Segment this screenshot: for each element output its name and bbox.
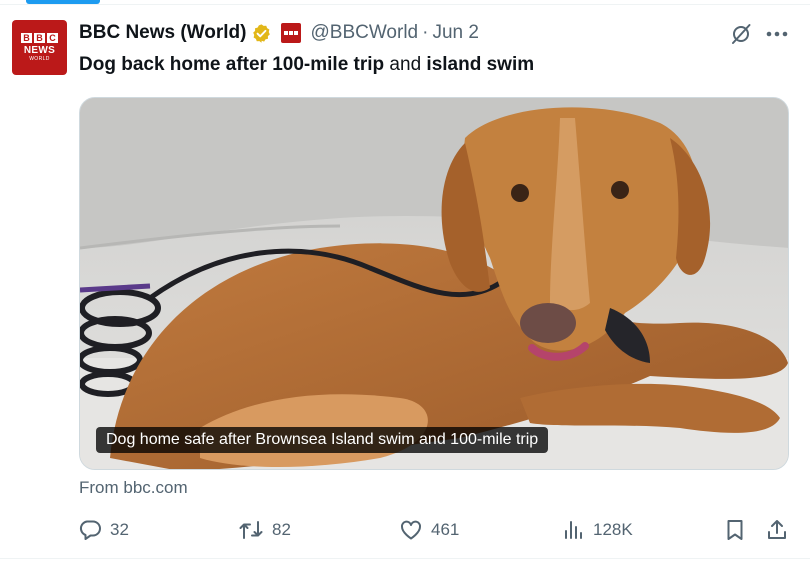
bookmark-button[interactable] xyxy=(724,515,746,545)
verified-badge-icon[interactable] xyxy=(251,23,272,44)
like-count: 461 xyxy=(431,520,460,539)
views-button[interactable]: 128K xyxy=(563,515,633,545)
top-divider xyxy=(0,4,810,5)
author-handle[interactable]: @BBCWorld xyxy=(310,22,418,44)
tweet-actions: 32 82 461 128K xyxy=(76,515,792,545)
dog-photo xyxy=(80,98,788,469)
avatar[interactable]: B B C NEWS WORLD xyxy=(12,20,67,75)
card-caption: Dog home safe after Brownsea Island swim… xyxy=(96,427,549,453)
repost-button[interactable]: 82 xyxy=(238,515,291,545)
avatar-world-label: WORLD xyxy=(29,55,50,62)
bbc-letter: B xyxy=(21,32,32,43)
reply-icon xyxy=(78,518,102,542)
tweet-text: Dog back home after 100-mile trip and is… xyxy=(79,54,534,76)
tweet-header: BBC News (World) @BBCWorld · Jun 2 xyxy=(79,20,479,46)
tweet-text-part1: Dog back home after 100-mile trip xyxy=(79,54,385,75)
repost-icon xyxy=(238,518,264,542)
share-button[interactable] xyxy=(765,515,789,545)
repost-count: 82 xyxy=(272,520,291,539)
link-card-image[interactable]: Dog home safe after Brownsea Island swim… xyxy=(79,97,789,470)
card-source[interactable]: From bbc.com xyxy=(79,478,188,498)
bbc-letter: B xyxy=(34,32,45,43)
views-icon xyxy=(563,518,585,542)
reply-button[interactable]: 32 xyxy=(78,515,129,545)
tweet-text-part3: island swim xyxy=(426,54,535,75)
tweet-date[interactable]: Jun 2 xyxy=(432,22,478,44)
header-separator: · xyxy=(422,22,429,43)
bookmark-icon xyxy=(724,518,746,542)
bottom-divider xyxy=(0,558,810,559)
affiliate-badge-icon[interactable] xyxy=(281,23,302,43)
like-button[interactable]: 461 xyxy=(399,515,459,545)
grok-icon[interactable] xyxy=(729,22,753,46)
views-count: 128K xyxy=(593,520,633,539)
author-display-name[interactable]: BBC News (World) xyxy=(79,22,246,44)
share-icon xyxy=(765,518,789,542)
like-icon xyxy=(399,518,423,542)
bbc-letter: C xyxy=(47,32,58,43)
tweet-text-part2: and xyxy=(384,54,427,75)
bbc-logo: B B C xyxy=(21,32,58,43)
more-icon[interactable] xyxy=(765,22,789,46)
reply-count: 32 xyxy=(110,520,129,539)
avatar-news-label: NEWS xyxy=(23,44,56,56)
